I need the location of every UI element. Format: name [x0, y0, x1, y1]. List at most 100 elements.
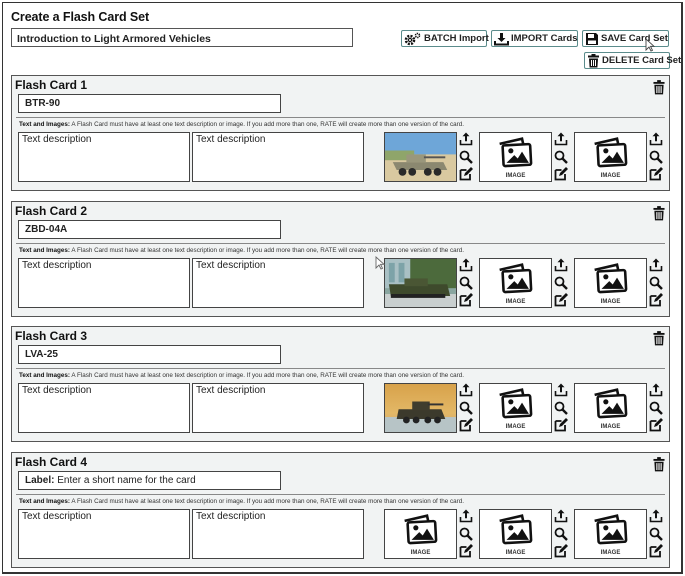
image-placeholder-slot[interactable]: IMAGE [479, 132, 552, 182]
text-description-2[interactable] [192, 258, 364, 308]
image-stack-icon [496, 388, 536, 424]
batch-import-button[interactable]: BATCH Import [401, 30, 489, 47]
edit-icon[interactable] [649, 167, 663, 181]
image-thumbnail[interactable] [384, 132, 457, 182]
magnifier-icon[interactable] [459, 150, 473, 164]
set-name-input[interactable] [11, 28, 353, 47]
card-title: Flash Card 3 [15, 329, 88, 343]
card-label-input[interactable]: Label: Enter a short name for the card [18, 471, 281, 490]
help-text: Text and Images: A Flash Card must have … [19, 372, 464, 379]
trash-icon[interactable] [653, 206, 665, 226]
text-description-2[interactable] [192, 132, 364, 182]
save-card-set-label: SAVE Card Set [601, 33, 668, 44]
upload-icon[interactable] [459, 258, 473, 272]
magnifier-icon[interactable] [554, 276, 568, 290]
card-label-input[interactable]: LVA-25 [18, 345, 281, 364]
edit-icon[interactable] [459, 167, 473, 181]
upload-icon[interactable] [649, 509, 663, 523]
image-tools [459, 383, 473, 435]
card-title: Flash Card 2 [15, 204, 88, 218]
magnifier-icon[interactable] [649, 401, 663, 415]
upload-icon[interactable] [554, 258, 568, 272]
card-label-input[interactable]: ZBD-04A [18, 220, 281, 239]
image-placeholder-slot[interactable]: IMAGE [574, 383, 647, 433]
magnifier-icon[interactable] [554, 401, 568, 415]
import-cards-button[interactable]: IMPORT Cards [491, 30, 578, 47]
edit-icon[interactable] [554, 293, 568, 307]
image-tools [554, 258, 568, 310]
upload-icon[interactable] [459, 383, 473, 397]
magnifier-icon[interactable] [649, 527, 663, 541]
edit-icon[interactable] [459, 418, 473, 432]
card-label-placeholder: Enter a short name for the card [54, 475, 196, 486]
upload-icon[interactable] [554, 383, 568, 397]
image-stack-icon [591, 388, 631, 424]
magnifier-icon[interactable] [459, 401, 473, 415]
edit-icon[interactable] [459, 293, 473, 307]
card-label-prefix: Label: [25, 475, 55, 486]
image-tools [649, 132, 663, 184]
trash-icon[interactable] [653, 457, 665, 477]
image-tools [554, 509, 568, 561]
magnifier-icon[interactable] [459, 527, 473, 541]
upload-icon[interactable] [554, 132, 568, 146]
trash-icon[interactable] [653, 80, 665, 100]
edit-icon[interactable] [554, 167, 568, 181]
delete-card-set-button[interactable]: DELETE Card Set [584, 52, 681, 69]
upload-icon[interactable] [459, 509, 473, 523]
image-tools [554, 383, 568, 435]
save-card-set-button[interactable]: SAVE Card Set [582, 30, 669, 47]
image-placeholder-text: IMAGE [505, 299, 526, 305]
image-placeholder-slot[interactable]: IMAGE [574, 258, 647, 308]
image-placeholder-slot[interactable]: IMAGE [479, 258, 552, 308]
upload-icon[interactable] [649, 132, 663, 146]
help-text-bold: Text and Images: [19, 121, 70, 128]
edit-icon[interactable] [649, 544, 663, 558]
edit-icon[interactable] [554, 418, 568, 432]
text-description-2[interactable] [192, 383, 364, 433]
help-text: Text and Images: A Flash Card must have … [19, 498, 464, 505]
text-description-1[interactable] [18, 132, 190, 182]
image-placeholder-slot[interactable]: IMAGE [384, 509, 457, 559]
gears-icon [404, 32, 421, 45]
edit-icon[interactable] [554, 544, 568, 558]
help-text-body: A Flash Card must have at least one text… [69, 121, 464, 128]
magnifier-icon[interactable] [554, 527, 568, 541]
magnifier-icon[interactable] [554, 150, 568, 164]
magnifier-icon[interactable] [459, 276, 473, 290]
image-placeholder-slot[interactable]: IMAGE [574, 509, 647, 559]
upload-icon[interactable] [649, 258, 663, 272]
edit-icon[interactable] [459, 544, 473, 558]
image-placeholder-slot[interactable]: IMAGE [479, 509, 552, 559]
magnifier-icon[interactable] [649, 150, 663, 164]
upload-icon[interactable] [459, 132, 473, 146]
help-text: Text and Images: A Flash Card must have … [19, 247, 464, 254]
trash-icon[interactable] [653, 331, 665, 351]
help-text-bold: Text and Images: [19, 498, 70, 505]
image-placeholder-text: IMAGE [600, 173, 621, 179]
image-thumbnail[interactable] [384, 383, 457, 433]
floppy-disk-icon [586, 32, 598, 45]
page-title: Create a Flash Card Set [11, 10, 150, 24]
text-description-2[interactable] [192, 509, 364, 559]
upload-icon[interactable] [554, 509, 568, 523]
image-placeholder-slot[interactable]: IMAGE [479, 383, 552, 433]
image-placeholder-slot[interactable]: IMAGE [574, 132, 647, 182]
image-stack-icon [591, 263, 631, 299]
text-description-1[interactable] [18, 383, 190, 433]
image-tools [649, 509, 663, 561]
image-placeholder-text: IMAGE [505, 550, 526, 556]
help-text-bold: Text and Images: [19, 247, 70, 254]
card-label-input[interactable]: BTR-90 [18, 94, 281, 113]
image-thumbnail[interactable] [384, 258, 457, 308]
edit-icon[interactable] [649, 418, 663, 432]
text-description-1[interactable] [18, 258, 190, 308]
image-placeholder-text: IMAGE [600, 299, 621, 305]
magnifier-icon[interactable] [649, 276, 663, 290]
image-tools [649, 258, 663, 310]
card-title: Flash Card 1 [15, 78, 88, 92]
text-description-1[interactable] [18, 509, 190, 559]
upload-icon[interactable] [649, 383, 663, 397]
import-cards-label: IMPORT Cards [511, 33, 578, 44]
edit-icon[interactable] [649, 293, 663, 307]
